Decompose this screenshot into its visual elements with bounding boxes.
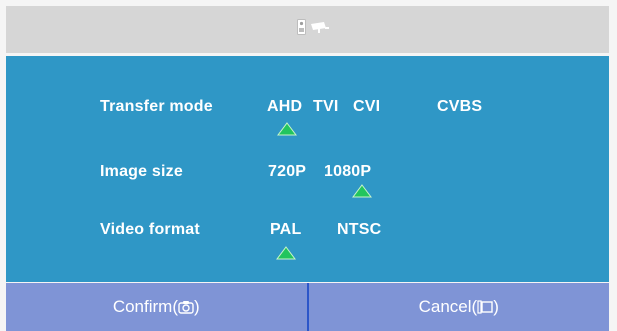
video-format-label: Video format <box>100 221 200 238</box>
video-format-option-ntsc[interactable]: NTSC <box>337 221 381 239</box>
transfer-mode-option-tvi[interactable]: TVI <box>313 98 339 116</box>
confirm-label-suffix: ) <box>194 297 200 316</box>
transfer-mode-label: Transfer mode <box>100 98 213 115</box>
camera-icon <box>310 20 330 39</box>
settings-panel: Transfer mode AHD TVI CVI CVBS Image siz… <box>6 56 609 282</box>
monitor-icon <box>477 300 493 314</box>
image-size-option-720p[interactable]: 720P <box>268 163 306 181</box>
selection-marker-icon <box>277 122 297 136</box>
door-station-icon <box>297 19 306 40</box>
image-size-option-1080p[interactable]: 1080P <box>324 163 371 181</box>
cancel-label: Cancel( <box>418 297 478 316</box>
cancel-label-suffix: ) <box>493 297 499 316</box>
selection-marker-icon <box>276 246 296 260</box>
cancel-button[interactable]: Cancel( ) <box>308 283 609 331</box>
video-format-option-pal[interactable]: PAL <box>270 221 301 239</box>
confirm-button[interactable]: Confirm( ) <box>6 283 309 331</box>
transfer-mode-option-cvbs[interactable]: CVBS <box>437 98 482 116</box>
footer-bar: Confirm( ) Cancel( ) <box>6 283 609 331</box>
selection-marker-icon <box>352 184 372 198</box>
transfer-mode-option-ahd[interactable]: AHD <box>267 98 302 116</box>
transfer-mode-option-cvi[interactable]: CVI <box>353 98 380 116</box>
confirm-label: Confirm( <box>112 297 178 316</box>
image-size-label: Image size <box>100 163 183 180</box>
header-icons <box>297 19 330 40</box>
header-bar <box>6 6 609 53</box>
camera-shutter-icon <box>178 300 194 314</box>
